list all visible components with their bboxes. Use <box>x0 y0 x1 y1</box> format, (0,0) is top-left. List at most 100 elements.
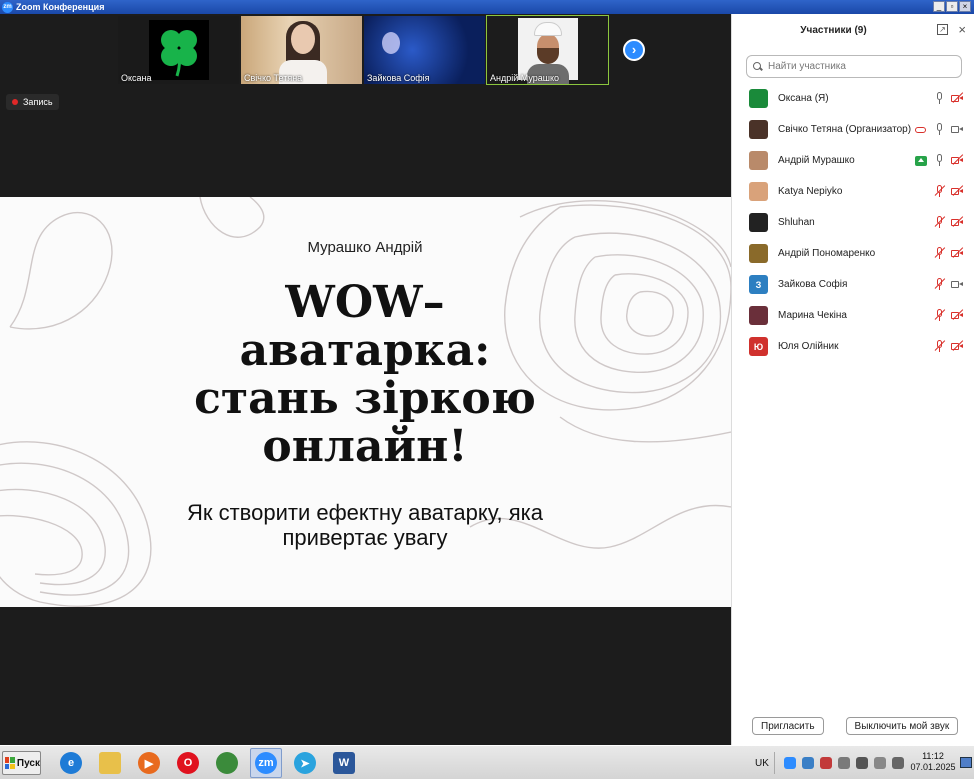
shared-slide: Мурашко Андрій WOW– аватарка: стань зірк… <box>0 197 731 607</box>
camera-off-icon[interactable] <box>951 185 964 197</box>
slide-headline: WOW– аватарка: стань зіркою онлайн! <box>150 279 580 471</box>
avatar <box>749 244 768 263</box>
taskbar-app-word[interactable]: W <box>328 748 360 778</box>
next-page-chevron-icon[interactable]: › <box>623 39 645 61</box>
participant-row[interactable]: Андрій Пономаренко <box>732 238 974 269</box>
update-tray-icon[interactable] <box>837 757 850 769</box>
taskbar: Пуск e ▶ Ozm ➤ W UK 11:12 07.01.2025 <box>0 745 974 779</box>
participant-row[interactable]: Андрій Мурашко <box>732 145 974 176</box>
clover-avatar-icon <box>149 20 209 80</box>
participant-name: Андрій Пономаренко <box>778 248 876 259</box>
zoom-logo-icon: zm <box>2 1 13 13</box>
camera-off-icon[interactable] <box>951 216 964 228</box>
slide-headline-line: аватарка: <box>239 325 491 376</box>
minimize-button[interactable]: _ <box>933 1 945 12</box>
network-tray-icon[interactable] <box>801 757 814 769</box>
participant-name: Юля Олійник <box>778 341 839 352</box>
language-indicator[interactable]: UK <box>750 752 775 774</box>
participant-row[interactable]: Ю Юля Олійник <box>732 331 974 362</box>
participant-list: Оксана (Я) Свічко Тетяна (Организатор) Анд… <box>732 83 974 362</box>
participant-status-icons <box>933 185 964 197</box>
participant-name: Shluhan <box>778 217 815 228</box>
clock[interactable]: 11:12 07.01.2025 <box>908 751 958 773</box>
participant-status-icons <box>933 309 964 321</box>
screen-share-icon <box>915 155 927 166</box>
taskbar-app-opera[interactable]: O <box>172 748 204 778</box>
panel-footer: Пригласить Выключить мой звук <box>732 717 974 735</box>
taskbar-app-zoom[interactable]: zm <box>250 748 282 778</box>
thumbnail-strip: Оксана Свічко Тетяна Зайкова Софія Андрі… <box>118 15 609 85</box>
zoom-window: zm Zoom Конференция _ ▫ × Оксана Свічко … <box>0 0 974 779</box>
taskbar-app-file-explorer[interactable] <box>94 748 126 778</box>
clock-date: 07.01.2025 <box>910 762 956 772</box>
mic-icon[interactable] <box>933 154 945 166</box>
avatar <box>749 120 768 139</box>
start-button[interactable]: Пуск <box>2 751 41 775</box>
recording-indicator[interactable]: Запись <box>6 94 59 110</box>
close-button[interactable]: × <box>959 1 971 12</box>
windows-flag-icon <box>5 757 15 769</box>
taskbar-app-media-player[interactable]: ▶ <box>133 748 165 778</box>
camera-off-icon[interactable] <box>951 92 964 104</box>
search-input[interactable] <box>768 61 958 72</box>
avatar <box>749 182 768 201</box>
video-thumbnail[interactable]: Свічко Тетяна <box>241 16 362 84</box>
taskbar-app-telegram[interactable]: ➤ <box>289 748 321 778</box>
video-thumbnail[interactable]: Зайкова Софія <box>364 16 485 84</box>
mic-muted-icon[interactable] <box>933 309 946 321</box>
title-bar: zm Zoom Конференция _ ▫ × <box>0 0 974 14</box>
camera-off-icon[interactable] <box>951 340 964 352</box>
taskbar-app-internet-explorer[interactable]: e <box>55 748 87 778</box>
camera-icon[interactable] <box>951 278 963 290</box>
avatar <box>749 151 768 170</box>
avatar: Ю <box>749 337 768 356</box>
power-tray-icon[interactable] <box>873 757 886 769</box>
participants-title: Участники (9) <box>800 25 867 36</box>
participant-status-icons <box>933 216 964 228</box>
mic-muted-icon[interactable] <box>933 340 946 352</box>
participant-row[interactable]: Katya Nepiyko <box>732 176 974 207</box>
window-controls: _ ▫ × <box>933 1 971 12</box>
mic-muted-icon[interactable] <box>933 185 946 197</box>
wifi-tray-icon[interactable] <box>891 757 904 769</box>
mute-self-button[interactable]: Выключить мой звук <box>845 717 959 735</box>
volume-tray-icon[interactable] <box>855 757 868 769</box>
participant-row[interactable]: З Зайкова Софія <box>732 269 974 300</box>
media-player-icon: ▶ <box>138 752 160 774</box>
camera-icon[interactable] <box>951 123 963 135</box>
invite-button[interactable]: Пригласить <box>752 717 824 735</box>
cloud-recording-icon <box>915 123 927 135</box>
participant-search[interactable] <box>746 55 962 78</box>
participants-panel: Участники (9) ↗ × Оксана (Я) Свічко Тетян… <box>731 14 974 745</box>
participant-row[interactable]: Свічко Тетяна (Организатор) <box>732 114 974 145</box>
window-title: Zoom Конференция <box>16 2 105 12</box>
system-tray: UK 11:12 07.01.2025 <box>750 748 974 778</box>
file-explorer-icon <box>99 752 121 774</box>
close-icon[interactable]: × <box>958 22 966 37</box>
mic-muted-icon[interactable] <box>933 278 946 290</box>
participant-row[interactable]: Оксана (Я) <box>732 83 974 114</box>
thumbnail-name: Свічко Тетяна <box>244 73 303 83</box>
camera-off-icon[interactable] <box>951 154 964 166</box>
telegram-icon: ➤ <box>294 752 316 774</box>
opera-icon: O <box>177 752 199 774</box>
mic-icon[interactable] <box>933 92 945 104</box>
participant-row[interactable]: Марина Чекіна <box>732 300 974 331</box>
show-desktop-icon[interactable] <box>960 757 972 768</box>
mic-muted-icon[interactable] <box>933 247 946 259</box>
camera-off-icon[interactable] <box>951 309 964 321</box>
video-thumbnail-active[interactable]: Андрій Мурашко <box>486 15 609 85</box>
participant-status-icons <box>933 278 963 290</box>
mic-muted-icon[interactable] <box>933 216 946 228</box>
video-thumbnail[interactable]: Оксана <box>118 16 239 84</box>
camera-off-icon[interactable] <box>951 247 964 259</box>
maximize-button[interactable]: ▫ <box>946 1 958 12</box>
security-tray-icon[interactable] <box>819 757 832 769</box>
slide-headline-line: стань зіркою <box>194 373 536 424</box>
zoom-tray-icon[interactable] <box>783 757 796 769</box>
participant-row[interactable]: Shluhan <box>732 207 974 238</box>
chrome-icon <box>216 752 238 774</box>
mic-icon[interactable] <box>933 123 945 135</box>
taskbar-app-chrome[interactable] <box>211 748 243 778</box>
popout-icon[interactable]: ↗ <box>937 24 948 35</box>
